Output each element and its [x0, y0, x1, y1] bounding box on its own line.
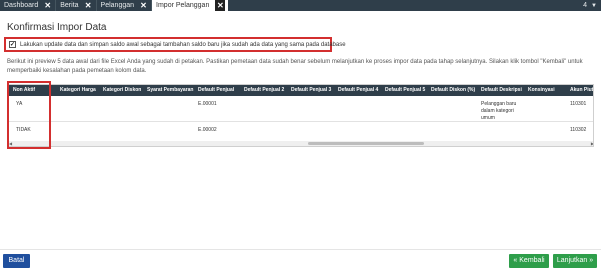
cell-default-penjual: E.00002 [198, 127, 217, 133]
cell-akun-piutang: 110302 [570, 127, 587, 133]
tab-spacer [228, 0, 583, 11]
col-header-syarat-pembayaran: Syarat Pembayaran [147, 87, 194, 93]
tab-label: Pelanggan [100, 2, 135, 9]
non-aktif-column-highlight [7, 81, 51, 149]
table-header: Non Aktif Kategori Harga Kategori Diskon… [8, 85, 594, 96]
cell-akun-piutang: 110301 [570, 101, 587, 107]
close-icon[interactable]: ✕ [139, 1, 148, 10]
horizontal-scrollbar[interactable]: ◀ ▶ [8, 141, 593, 146]
col-header-kategori-harga: Kategori Harga [60, 87, 96, 93]
continue-button[interactable]: Lanjutkan » [553, 254, 597, 268]
col-header-default-penjual-4: Default Penjual 4 [338, 87, 379, 93]
update-checkbox[interactable]: ✓ [9, 41, 16, 48]
scroll-right-icon[interactable]: ▶ [591, 141, 593, 146]
info-text: Berikut ini preview 5 data awal dari fil… [7, 59, 583, 74]
tab-label: Dashboard [4, 2, 39, 9]
tab-label: Impor Pelanggan [156, 2, 210, 9]
col-header-kategori-diskon: Kategori Diskon [103, 87, 142, 93]
col-header-default-penjual-3: Default Penjual 3 [291, 87, 332, 93]
table-row: TIDAK E.00002 110302 [8, 122, 593, 142]
tab-label: Berita [60, 2, 79, 9]
tab-pelanggan[interactable]: Pelanggan ✕ [97, 0, 153, 11]
update-option-highlight: ✓ Lakukan update data dan simpan saldo a… [4, 37, 346, 52]
scrollbar-thumb[interactable] [308, 142, 424, 145]
close-icon[interactable]: ✕ [84, 1, 93, 10]
col-header-default-penjual-5: Default Penjual 5 [385, 87, 426, 93]
close-icon[interactable]: ✕ [43, 1, 52, 10]
cancel-button[interactable]: Batal [3, 254, 30, 268]
tab-dashboard[interactable]: Dashboard ✕ [0, 0, 57, 11]
preview-table: Non Aktif Kategori Harga Kategori Diskon… [7, 84, 594, 147]
cell-default-deskripsi: Pelanggan baru dalam kategori umum [481, 101, 517, 121]
footer-divider [0, 249, 601, 250]
page-title: Konfirmasi Impor Data [7, 22, 107, 33]
open-tabs-count: 4 [583, 2, 588, 9]
update-checkbox-label[interactable]: Lakukan update data dan simpan saldo awa… [20, 42, 346, 48]
chevron-down-icon: ▼ [591, 2, 597, 9]
tab-berita[interactable]: Berita ✕ [56, 0, 97, 11]
back-button[interactable]: « Kembali [509, 254, 549, 268]
tab-impor-pelanggan[interactable]: Impor Pelanggan ✕ [152, 0, 229, 11]
col-header-akun-piutang: Akun Piut [570, 87, 594, 93]
col-header-default-diskon: Default Diskon (%) [431, 87, 476, 93]
col-header-konsinyasi: Konsinyasi [528, 87, 555, 93]
col-header-default-penjual-2: Default Penjual 2 [244, 87, 285, 93]
col-header-default-penjual: Default Penjual [198, 87, 235, 93]
table-row: YA E.00001 Pelanggan baru dalam kategori… [8, 96, 593, 122]
close-icon[interactable]: ✕ [215, 0, 226, 11]
tab-bar: Dashboard ✕ Berita ✕ Pelanggan ✕ Impor P… [0, 0, 601, 11]
cell-default-penjual: E.00001 [198, 101, 217, 107]
open-tabs-dropdown[interactable]: 4 ▼ [583, 0, 601, 11]
col-header-default-deskripsi: Default Deskripsi [481, 87, 522, 93]
